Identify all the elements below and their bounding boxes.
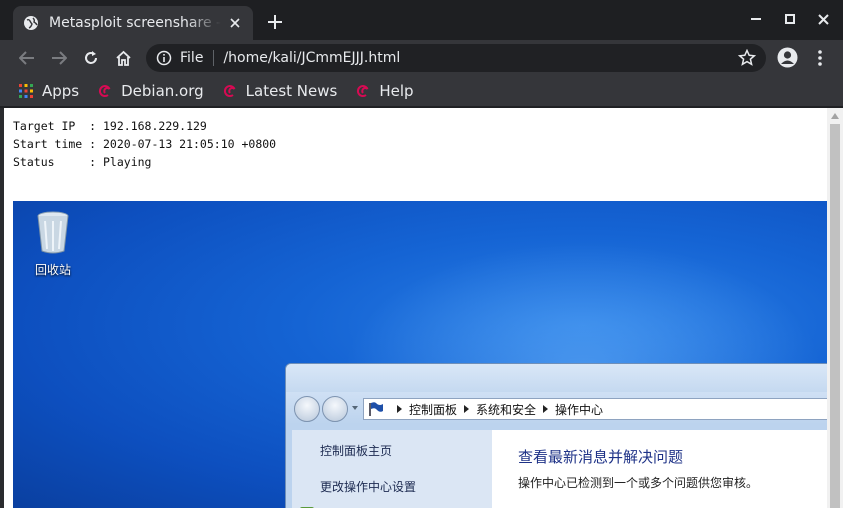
breadcrumb-system-security[interactable]: 系统和安全 [476,401,536,418]
breadcrumb-arrow-icon [543,405,549,413]
profile-avatar-icon[interactable] [777,47,798,68]
bookmark-label: Latest News [245,81,338,100]
window-titlebar [286,364,827,392]
main-description: 操作中心已检测到一个或多个问题供您审核。 [518,476,759,490]
bookmark-debian[interactable]: Debian.org [97,82,204,100]
debian-swirl-icon [99,84,111,97]
debian-swirl-icon [357,84,369,97]
control-panel-window: 控制面板 系统和安全 操作中心 控制面板主页 更改操作中心设置 查看最新消息并解… [285,363,827,508]
bookmark-star-icon[interactable] [738,49,756,67]
side-link-change-settings[interactable]: 更改操作中心设置 [320,478,416,495]
omnibox-divider [213,50,215,66]
forward-arrow-icon[interactable] [48,47,70,69]
scroll-up-arrow-icon[interactable] [831,113,839,119]
bookmark-apps[interactable]: Apps [18,82,79,100]
history-dropdown-icon[interactable] [352,406,358,410]
explorer-address-bar[interactable]: 控制面板 系统和安全 操作中心 [363,398,827,420]
maximize-icon[interactable] [779,10,801,28]
bookmark-latest-news[interactable]: Latest News [222,81,338,100]
url-scheme-label: File [180,50,204,66]
recycle-bin-label: 回收站 [34,263,71,277]
bookmark-label: Help [379,81,414,100]
apps-grid-icon [19,83,33,98]
explorer-nav-row: 控制面板 系统和安全 操作中心 [286,392,827,424]
tab-title: Metasploit screenshare - Mozilla [49,15,221,31]
back-circle-icon[interactable] [294,396,320,422]
new-tab-icon[interactable] [265,12,285,32]
side-link-home[interactable]: 控制面板主页 [320,442,392,459]
minimize-icon[interactable] [745,10,767,28]
bookmark-help[interactable]: Help [355,81,414,100]
recycle-bin-icon [37,211,69,254]
action-center-flag-icon [369,402,383,416]
info-icon[interactable] [156,50,172,66]
vertical-scrollbar[interactable] [827,108,843,508]
recycle-bin[interactable]: 回收站 [27,209,79,278]
menu-dots-icon[interactable] [812,48,828,68]
remote-desktop-screenshot: 回收站 控制面板 系统和安全 操作中心 控制面板主页 更改操作中心设置 查看最新… [13,201,827,508]
tab-close-icon[interactable] [227,15,243,31]
main-heading: 查看最新消息并解决问题 [518,448,684,466]
browser-tab[interactable]: Metasploit screenshare - Mozilla [13,6,253,40]
breadcrumb-arrow-icon [397,405,402,413]
reload-icon[interactable] [80,47,102,69]
back-arrow-icon[interactable] [16,47,38,69]
status-line: Status : Playing [13,155,152,169]
address-bar[interactable]: File /home/kali/JCmmEJJJ.html [146,44,766,72]
debian-swirl-icon [223,84,236,97]
breadcrumb-arrow-icon [464,405,470,413]
scroll-thumb[interactable] [830,124,840,508]
start-time-line: Start time : 2020-07-13 21:05:10 +0800 [13,137,277,151]
bookmark-label: Debian.org [121,81,204,100]
breadcrumb-control-panel[interactable]: 控制面板 [409,401,457,418]
control-panel-sidebar: 控制面板主页 更改操作中心设置 [292,430,492,508]
breadcrumb-action-center[interactable]: 操作中心 [555,401,603,418]
toolbar: File /home/kali/JCmmEJJJ.html [0,40,843,75]
url-text[interactable]: /home/kali/JCmmEJJJ.html [223,50,400,66]
page-viewport: Target IP : 192.168.229.129 Start time : … [4,108,843,508]
title-bar: Metasploit screenshare - Mozilla [0,0,843,40]
forward-circle-icon[interactable] [322,396,348,422]
window-close-icon[interactable] [812,10,834,28]
control-panel-main: 查看最新消息并解决问题 操作中心已检测到一个或多个问题供您审核。 [492,430,827,508]
bookmarks-bar: Apps Debian.org Latest News Help [0,75,843,107]
session-info: Target IP : 192.168.229.129 Start time : … [13,117,276,171]
globe-icon [24,16,38,30]
bookmark-label: Apps [42,81,80,100]
home-icon[interactable] [112,47,134,69]
target-ip-line: Target IP : 192.168.229.129 [13,119,207,133]
